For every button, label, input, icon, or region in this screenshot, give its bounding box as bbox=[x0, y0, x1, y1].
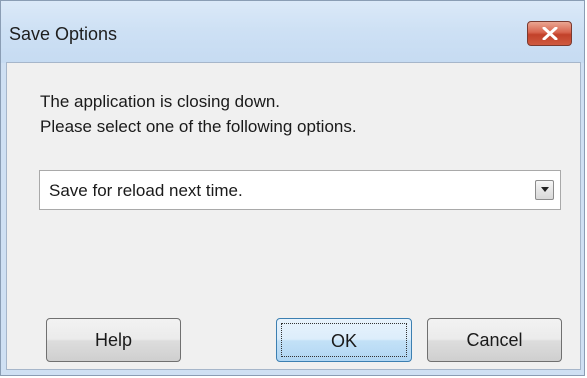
close-button[interactable] bbox=[527, 21, 572, 46]
help-button[interactable]: Help bbox=[46, 318, 181, 362]
message-text: The application is closing down. Please … bbox=[40, 89, 357, 139]
window-title: Save Options bbox=[9, 24, 118, 44]
message-line-1: The application is closing down. bbox=[40, 92, 281, 111]
dropdown-arrow-button[interactable] bbox=[535, 180, 554, 200]
close-x-icon bbox=[542, 27, 558, 40]
ok-button[interactable]: OK bbox=[276, 318, 412, 362]
title-bar[interactable]: Save Options bbox=[1, 1, 584, 63]
message-line-2: Please select one of the following optio… bbox=[40, 117, 357, 136]
cancel-button[interactable]: Cancel bbox=[427, 318, 562, 362]
ok-button-label: OK bbox=[281, 323, 407, 357]
chevron-down-icon bbox=[541, 187, 549, 192]
save-option-dropdown[interactable]: Save for reload next time. bbox=[39, 170, 561, 210]
dropdown-selected-value: Save for reload next time. bbox=[49, 181, 243, 200]
